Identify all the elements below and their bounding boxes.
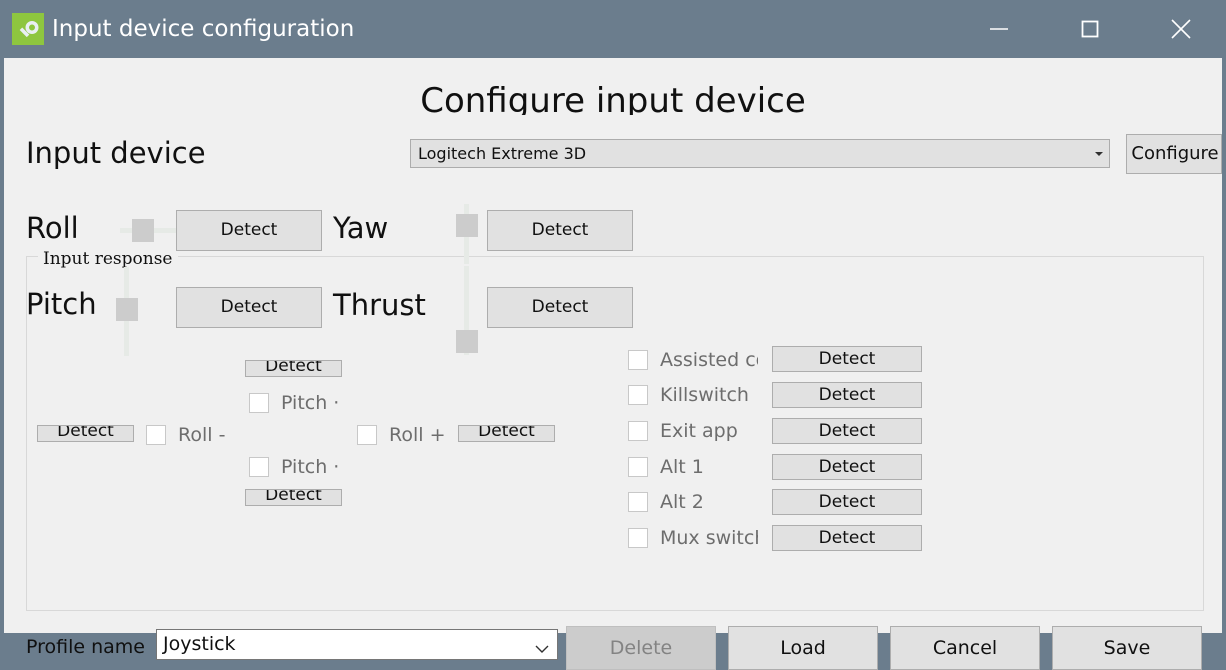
profile-name-label: Profile name bbox=[26, 636, 146, 658]
detect-button-pitch-down-label: Detect bbox=[265, 489, 322, 505]
maximize-icon[interactable] bbox=[1044, 0, 1135, 58]
load-button[interactable]: Load bbox=[728, 626, 878, 670]
detect-button-pitch[interactable]: Detect bbox=[176, 287, 322, 328]
delete-button[interactable]: Delete bbox=[566, 626, 716, 670]
label-pitch-down: Pitch · bbox=[281, 456, 340, 478]
title-bar: Input device configuration bbox=[0, 0, 1226, 58]
profile-name-value: Joystick bbox=[163, 633, 236, 655]
detect-button-roll[interactable]: Detect bbox=[176, 210, 322, 251]
save-button[interactable]: Save bbox=[1052, 626, 1202, 670]
label-exit-app: Exit app bbox=[660, 420, 738, 442]
detect-button-killswitch-label: Detect bbox=[818, 385, 876, 405]
detect-button-mux-switch[interactable]: Detect bbox=[772, 525, 922, 551]
detect-button-alt-1-label: Detect bbox=[818, 457, 876, 477]
detect-button-assisted-control-label: Detect bbox=[818, 349, 876, 369]
detect-button-roll-plus-label: Detect bbox=[478, 425, 535, 441]
detect-button-pitch-up-label: Detect bbox=[265, 360, 322, 376]
detect-button-yaw-label: Detect bbox=[531, 220, 589, 240]
checkbox-pitch-up[interactable] bbox=[249, 393, 269, 413]
input-device-select[interactable]: Logitech Extreme 3D bbox=[410, 139, 1110, 168]
detect-button-alt-2-label: Detect bbox=[818, 492, 876, 512]
input-device-label: Input device bbox=[26, 136, 206, 170]
chevron-down-icon bbox=[1095, 151, 1103, 156]
detect-button-exit-app[interactable]: Detect bbox=[772, 418, 922, 444]
detect-button-thrust-label: Detect bbox=[531, 297, 589, 317]
yaw-slider-handle[interactable] bbox=[456, 214, 478, 237]
detect-button-assisted-control[interactable]: Detect bbox=[772, 346, 922, 372]
label-alt-1: Alt 1 bbox=[660, 456, 704, 478]
checkbox-alt-1[interactable] bbox=[628, 457, 648, 477]
input-response-legend: Input response bbox=[38, 249, 178, 269]
detect-button-roll-label: Detect bbox=[220, 220, 278, 240]
chevron-down-icon bbox=[535, 639, 549, 658]
label-pitch-up: Pitch · bbox=[281, 392, 340, 414]
detect-button-roll-minus[interactable]: Detect bbox=[37, 425, 134, 442]
detect-button-mux-switch-label: Detect bbox=[818, 528, 876, 548]
detect-button-yaw[interactable]: Detect bbox=[487, 210, 633, 251]
detect-button-pitch-label: Detect bbox=[220, 297, 278, 317]
label-mux-switch: Mux switch bbox=[660, 527, 758, 549]
axis-label-roll: Roll bbox=[26, 211, 79, 245]
roll-slider-handle[interactable] bbox=[132, 219, 154, 242]
checkbox-roll-plus[interactable] bbox=[357, 425, 377, 445]
checkbox-pitch-down[interactable] bbox=[249, 457, 269, 477]
checkbox-exit-app[interactable] bbox=[628, 421, 648, 441]
profile-name-select[interactable]: Joystick bbox=[156, 629, 558, 660]
page-title: Configure input device bbox=[420, 82, 806, 115]
pitch-slider-handle[interactable] bbox=[116, 298, 138, 321]
input-device-value: Logitech Extreme 3D bbox=[418, 144, 587, 163]
label-roll-plus: Roll + bbox=[389, 424, 446, 446]
detect-button-pitch-down[interactable]: Detect bbox=[245, 489, 342, 506]
label-alt-2: Alt 2 bbox=[660, 491, 704, 513]
detect-button-alt-1[interactable]: Detect bbox=[772, 454, 922, 480]
window-title: Input device configuration bbox=[52, 16, 355, 42]
checkbox-killswitch[interactable] bbox=[628, 385, 648, 405]
axis-label-pitch: Pitch bbox=[26, 287, 97, 321]
checkbox-assisted-control[interactable] bbox=[628, 350, 648, 370]
label-assisted-control: Assisted co bbox=[660, 349, 758, 371]
label-roll-minus: Roll - bbox=[178, 424, 226, 446]
client-area: Configure input device Input device Logi… bbox=[4, 58, 1222, 670]
magnifier-icon bbox=[12, 13, 44, 45]
axis-label-thrust: Thrust bbox=[333, 288, 426, 322]
configure-button-label: Configure bbox=[1131, 143, 1219, 164]
thrust-slider-handle[interactable] bbox=[456, 330, 478, 353]
detect-button-killswitch[interactable]: Detect bbox=[772, 382, 922, 408]
close-icon[interactable] bbox=[1135, 0, 1226, 58]
checkbox-mux-switch[interactable] bbox=[628, 528, 648, 548]
detect-button-pitch-up[interactable]: Detect bbox=[245, 360, 342, 377]
checkbox-roll-minus[interactable] bbox=[146, 425, 166, 445]
detect-button-roll-minus-label: Detect bbox=[57, 425, 114, 441]
detect-button-roll-plus[interactable]: Detect bbox=[458, 425, 555, 442]
detect-button-thrust[interactable]: Detect bbox=[487, 287, 633, 328]
minimize-icon[interactable] bbox=[953, 0, 1044, 58]
configure-button[interactable]: Configure bbox=[1126, 134, 1222, 174]
label-killswitch: Killswitch bbox=[660, 384, 749, 406]
detect-button-alt-2[interactable]: Detect bbox=[772, 489, 922, 515]
detect-button-exit-app-label: Detect bbox=[818, 421, 876, 441]
axis-label-yaw: Yaw bbox=[333, 211, 389, 245]
cancel-button[interactable]: Cancel bbox=[890, 626, 1040, 670]
checkbox-alt-2[interactable] bbox=[628, 492, 648, 512]
app-window: Input device configuration Configure inp… bbox=[0, 0, 1226, 670]
